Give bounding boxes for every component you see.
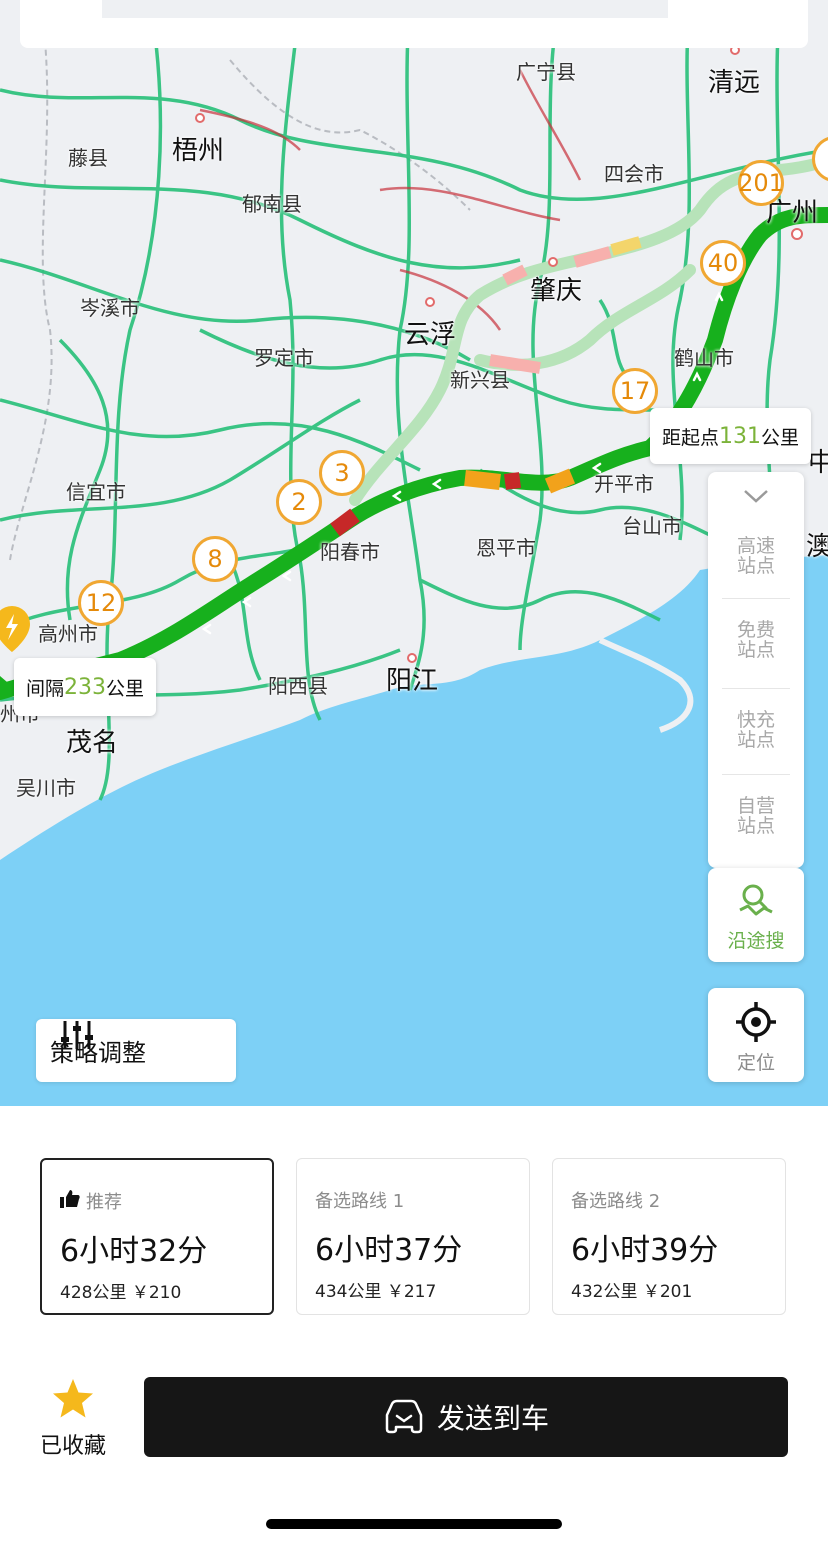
route-meta: 428公里 ￥210: [60, 1278, 181, 1303]
route-duration: 6小时37分: [315, 1233, 463, 1268]
city-label: 广宁县: [516, 60, 576, 84]
interval-bubble: 间隔 233 公里: [14, 658, 157, 716]
divider: [722, 688, 790, 689]
city-label: 罗定市: [254, 346, 314, 370]
route-distance: 434公里: [315, 1282, 382, 1302]
city-label: 新兴县: [450, 368, 510, 392]
route-duration: 6小时32分: [60, 1234, 208, 1269]
filter-self-operated-stations[interactable]: 自营 站点: [708, 796, 804, 836]
locate-label: 定位: [736, 1052, 775, 1074]
city-label: 藤县: [68, 146, 108, 170]
city-label: 吴川市: [16, 776, 76, 800]
filter-label-line: 快充: [736, 709, 775, 731]
map-view[interactable]: 广宁县 清远 梧州 藤县 郁南县 四会市 广州 肇庆 岑溪市 云浮 罗定市 新兴…: [0, 0, 828, 1106]
divider: [722, 774, 790, 775]
city-label: 台山市: [622, 514, 682, 538]
route-tag: 推荐: [86, 1192, 122, 1213]
station-cluster-marker[interactable]: 40: [700, 240, 746, 286]
star-icon: [53, 1379, 93, 1418]
route-cost: ￥217: [386, 1282, 437, 1302]
filter-highway-stations[interactable]: 高速 站点: [708, 536, 804, 576]
home-indicator[interactable]: [266, 1519, 562, 1529]
chevron-down-icon[interactable]: [742, 488, 770, 504]
route-tag: 备选路线 1: [315, 1191, 405, 1212]
filter-fast-charge-stations[interactable]: 快充 站点: [708, 710, 804, 750]
city-label: 云浮: [404, 320, 457, 350]
send-to-car-button[interactable]: 发送到车: [144, 1377, 788, 1457]
station-cluster-marker[interactable]: 17: [612, 368, 658, 414]
station-cluster-marker[interactable]: 8: [192, 536, 238, 582]
station-cluster-marker[interactable]: 3: [319, 450, 365, 496]
sliders-icon: [61, 1021, 93, 1049]
bubble-prefix: 间隔: [26, 677, 65, 700]
route-option-alt-1[interactable]: 备选路线 1 6小时37分 434公里 ￥217: [296, 1158, 530, 1315]
city-label: 岑溪市: [80, 296, 140, 320]
search-along-label: 沿途搜: [727, 930, 785, 952]
station-filter-panel: 高速 站点 免费 站点 快充 站点 自营 站点: [708, 472, 804, 868]
route-duration: 6小时39分: [571, 1233, 719, 1268]
station-cluster-marker[interactable]: 12: [78, 580, 124, 626]
bubble-prefix: 距起点: [662, 426, 720, 449]
map-canvas: [0, 0, 828, 1106]
search-along-icon: [739, 884, 773, 916]
route-option-recommended[interactable]: 推荐 6小时32分 428公里 ￥210: [40, 1158, 274, 1315]
filter-label-line: 高速: [736, 535, 775, 557]
route-cost: ￥201: [642, 1282, 693, 1302]
route-cost: ￥210: [131, 1283, 182, 1303]
bubble-unit: 公里: [761, 426, 800, 449]
top-search-bar-inner: [102, 0, 668, 18]
divider: [722, 598, 790, 599]
city-label: 阳春市: [320, 540, 380, 564]
bubble-value: 233: [64, 674, 107, 700]
station-cluster-marker[interactable]: 201: [738, 160, 784, 206]
favorite-button[interactable]: 已收藏: [30, 1378, 116, 1460]
distance-from-start-bubble: 距起点 131 公里: [650, 408, 812, 464]
filter-label-line: 站点: [736, 639, 775, 661]
strategy-adjust-button[interactable]: 策略调整: [36, 1019, 236, 1082]
city-label: 阳江: [386, 666, 439, 696]
city-label: 梧州: [172, 136, 225, 166]
route-tag: 备选路线 2: [571, 1191, 661, 1212]
route-meta: 432公里 ￥201: [571, 1277, 692, 1302]
city-label: 澳: [806, 532, 828, 562]
route-distance: 428公里: [60, 1283, 127, 1303]
send-to-car-label: 发送到车: [436, 1402, 549, 1435]
top-search-bar[interactable]: [20, 0, 808, 48]
city-label: 鹤山市: [674, 346, 734, 370]
city-label: 清远: [708, 68, 761, 98]
route-meta: 434公里 ￥217: [315, 1277, 436, 1302]
bubble-value: 131: [719, 423, 762, 449]
search-along-route-button[interactable]: 沿途搜: [708, 868, 804, 962]
filter-label-line: 站点: [736, 555, 775, 577]
thumbs-up-icon: [60, 1190, 80, 1208]
filter-free-stations[interactable]: 免费 站点: [708, 620, 804, 660]
filter-label-line: 站点: [736, 729, 775, 751]
city-label: 信宜市: [66, 480, 126, 504]
route-option-alt-2[interactable]: 备选路线 2 6小时39分 432公里 ￥201: [552, 1158, 786, 1315]
city-label: 阳西县: [268, 674, 328, 698]
bubble-unit: 公里: [106, 677, 145, 700]
city-label: 茂名: [66, 728, 119, 758]
city-label: 恩平市: [476, 536, 536, 560]
city-label: 郁南县: [242, 192, 302, 216]
car-icon: [385, 1399, 423, 1434]
locate-crosshair-icon: [736, 1002, 776, 1042]
city-label: 开平市: [594, 472, 654, 496]
station-cluster-marker[interactable]: 2: [276, 479, 322, 525]
city-label: 四会市: [604, 162, 664, 186]
route-distance: 432公里: [571, 1282, 638, 1302]
favorite-label: 已收藏: [39, 1434, 106, 1459]
locate-button[interactable]: 定位: [708, 988, 804, 1082]
filter-label-line: 站点: [736, 815, 775, 837]
filter-label-line: 自营: [736, 795, 775, 817]
filter-label-line: 免费: [736, 619, 775, 641]
city-label: 肇庆: [530, 276, 583, 306]
